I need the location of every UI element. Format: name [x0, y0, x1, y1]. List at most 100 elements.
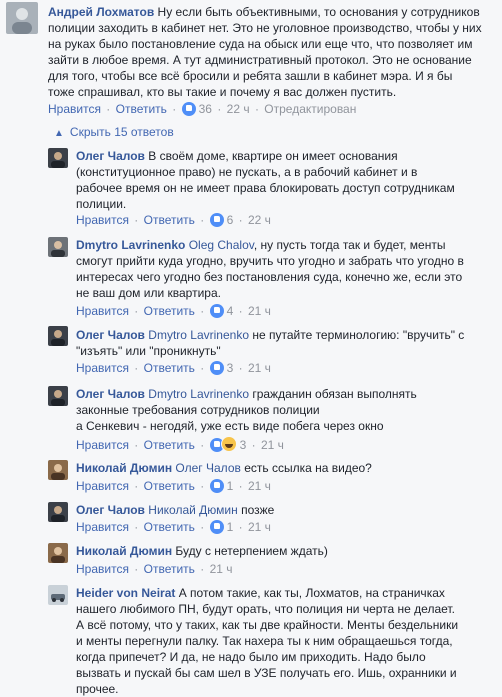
comment-time[interactable]: 21 ч: [248, 479, 271, 493]
avatar[interactable]: [6, 2, 38, 34]
separator: ·: [200, 438, 205, 452]
avatar[interactable]: [48, 543, 68, 563]
reaction-count[interactable]: 1: [227, 479, 234, 493]
reply-link[interactable]: Ответить: [144, 562, 195, 576]
like-reaction-icon[interactable]: [181, 102, 196, 116]
reaction-count[interactable]: 4: [227, 304, 234, 318]
comment-line: позже: [237, 503, 275, 517]
comment-line: тоже спрашивал, кто вы такие и почему я …: [48, 85, 397, 99]
comment-body: Олег Чалов Dmytro Lavrinenko не путайте …: [76, 327, 496, 359]
reply-link[interactable]: Ответить: [144, 304, 195, 318]
like-reaction-icon[interactable]: [209, 361, 224, 375]
like-reaction-icon[interactable]: [209, 479, 224, 493]
comment-line: рабочее время он не имеет права блокиров…: [76, 181, 455, 195]
avatar[interactable]: [48, 502, 68, 522]
avatar[interactable]: [48, 585, 68, 605]
comment-time[interactable]: 21 ч: [248, 520, 271, 534]
reply-link[interactable]: Ответить: [144, 213, 195, 227]
haha-reaction-icon[interactable]: [220, 436, 237, 452]
like-link[interactable]: Нравится: [76, 361, 129, 375]
separator: ·: [254, 102, 259, 116]
comment-time[interactable]: 22 ч: [227, 102, 250, 116]
mention-link[interactable]: Oleg Chalov: [189, 238, 254, 252]
hide-replies-link[interactable]: ▲ Скрыть 15 ответов: [54, 124, 174, 142]
comment-actions: Нравится · Ответить · 3 · 21 ч: [76, 436, 284, 453]
avatar[interactable]: [48, 386, 68, 406]
comment-line: а Сенкевич - негодяй, уже есть виде побе…: [76, 419, 384, 433]
comment-time[interactable]: 21 ч: [248, 304, 271, 318]
comment-time[interactable]: 21 ч: [261, 438, 284, 452]
separator: ·: [238, 213, 243, 227]
like-reaction-icon[interactable]: [209, 520, 224, 534]
comment-author[interactable]: Андрей Лохматов: [48, 5, 154, 19]
like-link[interactable]: Нравится: [76, 479, 129, 493]
reply-link[interactable]: Ответить: [116, 102, 167, 116]
reply-link[interactable]: Ответить: [144, 479, 195, 493]
comment-line: "изъять" или "проникнуть": [76, 344, 221, 358]
comment-author[interactable]: Олег Чалов: [76, 328, 145, 342]
like-reaction-icon[interactable]: [209, 213, 224, 227]
comment-body: Heider von Neirat А потом такие, как ты,…: [76, 585, 496, 697]
comment-actions: Нравится · Ответить · 3 · 21 ч: [76, 360, 271, 376]
avatar[interactable]: [48, 148, 68, 168]
comment-author[interactable]: Heider von Neirat: [76, 586, 175, 600]
reply-link[interactable]: Ответить: [144, 520, 195, 534]
like-link[interactable]: Нравится: [76, 520, 129, 534]
comment-line: вызвать и пускай бы сам шел в УЗЕ получа…: [76, 666, 457, 680]
like-reaction-icon[interactable]: [209, 304, 224, 318]
edited-label[interactable]: Отредактирован: [264, 102, 356, 116]
mention-link[interactable]: Олег Чалов: [175, 461, 240, 475]
separator: ·: [200, 213, 205, 227]
comment-line: Ну если быть объективными, то основания …: [157, 5, 480, 19]
avatar[interactable]: [48, 460, 68, 480]
comment-time[interactable]: 21 ч: [248, 361, 271, 375]
separator: ·: [238, 479, 243, 493]
mention-link[interactable]: Dmytro Lavrinenko: [148, 387, 249, 401]
avatar[interactable]: [48, 237, 68, 257]
reaction-count[interactable]: 1: [227, 520, 234, 534]
like-link[interactable]: Нравится: [76, 562, 129, 576]
comment-line: есть ссылка на видео?: [240, 461, 372, 475]
like-link[interactable]: Нравится: [76, 438, 129, 452]
reaction-count[interactable]: 3: [227, 361, 234, 375]
comment-line: (конституционное право) не пускать, а в …: [76, 165, 418, 179]
separator: ·: [134, 438, 139, 452]
comment-body: Николай Дюмин Буду с нетерпением ждать): [76, 543, 496, 559]
comment-line: законные требования сотрудников полиции: [76, 403, 320, 417]
separator: ·: [134, 520, 139, 534]
comment-line: А потом такие, как ты, Лохматов, на стра…: [178, 586, 445, 600]
comment-line: на руках было постановление суда на обыс…: [48, 37, 473, 51]
reply-link[interactable]: Ответить: [144, 361, 195, 375]
like-link[interactable]: Нравится: [76, 304, 129, 318]
reaction-count[interactable]: 3: [240, 438, 247, 452]
comment-author[interactable]: Олег Чалов: [76, 503, 145, 517]
separator: ·: [200, 361, 205, 375]
mention-link[interactable]: Николай Дюмин: [148, 503, 237, 517]
comment-line: прочее.: [76, 682, 119, 696]
comment-line: полиции.: [76, 197, 127, 211]
comment-actions: Нравится · Ответить · 36 · 22 ч · Отреда…: [48, 101, 356, 117]
comment-line: не путайте терминологию: "вручить" с: [249, 328, 465, 342]
avatar[interactable]: [48, 326, 68, 346]
comment-time[interactable]: 22 ч: [248, 213, 271, 227]
comment-body: Олег Чалов В своём доме, квартире он име…: [76, 148, 496, 212]
like-link[interactable]: Нравится: [76, 213, 129, 227]
comment-author[interactable]: Олег Чалов: [76, 387, 145, 401]
comment-line: смогут прийти куда угодно, вручить что у…: [76, 254, 464, 268]
separator: ·: [106, 102, 111, 116]
separator: ·: [172, 102, 177, 116]
comment-author[interactable]: Николай Дюмин: [76, 461, 172, 475]
comment-author[interactable]: Dmytro Lavrinenko: [76, 238, 185, 252]
comment-author[interactable]: Николай Дюмин: [76, 544, 172, 558]
comment-author[interactable]: Олег Чалов: [76, 149, 145, 163]
like-link[interactable]: Нравится: [48, 102, 101, 116]
reply-link[interactable]: Ответить: [144, 438, 195, 452]
separator: ·: [238, 361, 243, 375]
comment-actions: Нравится · Ответить · 4 · 21 ч: [76, 303, 271, 319]
comment-line: , ну пусть тогда так и будет, менты: [253, 238, 446, 252]
reaction-count[interactable]: 36: [199, 102, 212, 116]
mention-link[interactable]: Dmytro Lavrinenko: [148, 328, 249, 342]
comment-line: интересах чего угодно без постановления …: [76, 270, 463, 284]
reaction-count[interactable]: 6: [227, 213, 234, 227]
comment-time[interactable]: 21 ч: [210, 562, 233, 576]
